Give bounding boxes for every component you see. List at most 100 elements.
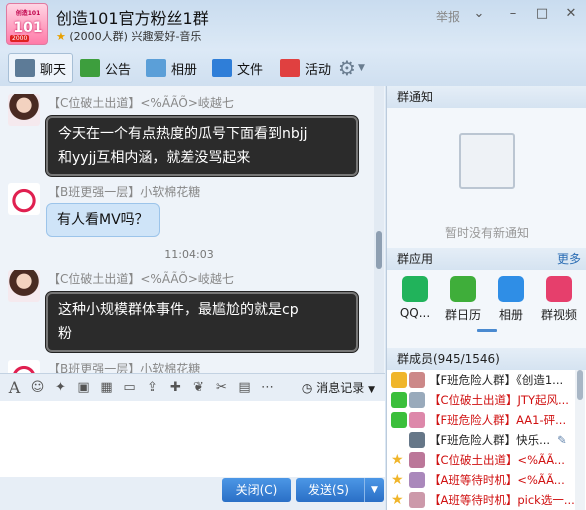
apps-header: 群应用 更多 bbox=[387, 248, 586, 270]
app-calendar[interactable]: 群日历 bbox=[439, 276, 487, 323]
input-toolbar: A ☺ ✦ ▣ ▦ ▭ ⇪ ✚ ❦ ✂ ▤ ⋯ ◷ 消息记录 ▼ bbox=[0, 373, 385, 401]
chevron-down-icon: ▼ bbox=[357, 63, 365, 73]
chevron-down-icon[interactable]: ⌄ bbox=[470, 6, 488, 22]
member-name: 【A班等待时机】pick选一... bbox=[429, 493, 575, 507]
app-album[interactable]: 相册 bbox=[487, 276, 535, 323]
logo-top-text: 创造101 bbox=[15, 10, 41, 17]
member-row[interactable]: ★ 【A班等待时机】pick选一... bbox=[389, 490, 575, 510]
member-name: 【C位破土出道】<%ÃÃ... bbox=[429, 453, 565, 467]
message-sender[interactable]: 【C位破土出道】<%ÃÃÕ>岐越七 bbox=[48, 270, 234, 287]
video-camera-icon bbox=[546, 276, 572, 302]
scissors-icon[interactable]: ✂ bbox=[213, 379, 230, 396]
app-label: 群视频 bbox=[540, 308, 577, 322]
tab-activity[interactable]: 活动 bbox=[280, 53, 331, 83]
message-history-label: 消息记录 bbox=[316, 381, 365, 395]
photo-icon bbox=[498, 276, 524, 302]
group-subtitle: ★ (2000人群) 兴趣爱好-音乐 bbox=[56, 28, 201, 44]
app-video[interactable]: 群视频 bbox=[535, 276, 583, 323]
members-panel: 群成员(945/1546) 【F班危险人群】《创造1... 【C位破土出道】JT… bbox=[387, 348, 586, 510]
app-qq-call[interactable]: QQ... bbox=[391, 276, 439, 320]
avatar bbox=[409, 452, 425, 468]
message-sender[interactable]: 【C位破土出道】<%ÃÃÕ>岐越七 bbox=[48, 94, 234, 111]
admin-icon bbox=[391, 392, 407, 408]
send-button[interactable]: 发送(S) ▼ bbox=[296, 478, 384, 502]
apps-page-indicator[interactable] bbox=[477, 329, 497, 332]
scrollbar-thumb[interactable] bbox=[577, 370, 583, 400]
tab-files[interactable]: 文件 bbox=[212, 53, 263, 83]
upload-icon[interactable]: ⇪ bbox=[144, 379, 161, 396]
close-icon[interactable]: ✕ bbox=[562, 6, 580, 22]
minimize-icon[interactable]: – bbox=[504, 6, 522, 22]
members-scrollbar[interactable] bbox=[575, 370, 585, 510]
tab-chat-label: 聊天 bbox=[40, 62, 67, 78]
message-history-button[interactable]: ◷ 消息记录 ▼ bbox=[302, 379, 375, 396]
message-text: 这种小规模群体事件，最尴尬的就是cp bbox=[58, 302, 299, 318]
avatar[interactable] bbox=[8, 360, 40, 373]
members-header: 群成员(945/1546) bbox=[387, 348, 586, 370]
right-panel: 群通知 暂时没有新通知 群应用 更多 QQ... 群日历 相册 群视频 群成员(9… bbox=[386, 86, 586, 510]
message-sender[interactable]: 【B班更强一层】小软棉花糖 bbox=[48, 360, 200, 373]
avatar bbox=[409, 372, 425, 388]
app-label: QQ... bbox=[399, 306, 431, 320]
chat-scrollbar[interactable] bbox=[374, 86, 384, 373]
message-bubble: 有人看MV吗？ bbox=[46, 203, 160, 237]
avatar[interactable] bbox=[8, 183, 40, 215]
app-label: 群日历 bbox=[444, 308, 481, 322]
maximize-icon[interactable]: □ bbox=[533, 6, 551, 22]
chat-icon bbox=[15, 59, 35, 77]
star-icon: ★ bbox=[56, 30, 66, 43]
member-name: 【A班等待时机】<%ÃÃ... bbox=[429, 473, 565, 487]
emoji-icon[interactable]: ☺ bbox=[29, 379, 46, 396]
logo-badge: 2000 bbox=[10, 35, 30, 42]
member-name: 【F班危险人群】AA1-砰... bbox=[429, 413, 567, 427]
screen-icon[interactable]: ▤ bbox=[236, 379, 253, 396]
chat-history: 【C位破土出道】<%ÃÃÕ>岐越七 今天在一个有点热度的瓜号下面看到nbjj 和… bbox=[0, 86, 385, 373]
member-row[interactable]: ★ 【A班等待时机】<%ÃÃ... bbox=[389, 470, 575, 490]
member-row[interactable]: 【F班危险人群】《创造1... bbox=[389, 370, 575, 390]
report-link[interactable]: 举报 bbox=[436, 8, 460, 25]
message-input[interactable] bbox=[0, 401, 385, 477]
message-bubble: 今天在一个有点热度的瓜号下面看到nbjj 和yyjj互相内涵，就差没骂起来 bbox=[46, 116, 358, 176]
title-bar: 创造101 101 2000 创造101官方粉丝1群 ★ (2000人群) 兴趣… bbox=[0, 0, 586, 50]
group-subtitle-text: (2000人群) 兴趣爱好-音乐 bbox=[69, 30, 202, 43]
message-text: 今天在一个有点热度的瓜号下面看到nbjj bbox=[58, 126, 308, 142]
avatar[interactable] bbox=[8, 94, 40, 126]
message-text: 有人看MV吗？ bbox=[57, 212, 149, 228]
member-name: 【C位破土出道】JTY起风... bbox=[429, 393, 569, 407]
chevron-down-icon[interactable]: ▼ bbox=[364, 478, 384, 502]
app-label: 相册 bbox=[498, 308, 523, 322]
member-row[interactable]: 【C位破土出道】JTY起风... bbox=[389, 390, 575, 410]
apps-more-link[interactable]: 更多 bbox=[557, 248, 581, 270]
group-name[interactable]: 创造101官方粉丝1群 bbox=[56, 5, 209, 29]
message-sender[interactable]: 【B班更强一层】小软棉花糖 bbox=[48, 183, 200, 200]
gift-icon[interactable]: ✚ bbox=[167, 379, 184, 396]
chevron-down-icon: ▼ bbox=[368, 385, 375, 395]
member-row[interactable]: 【F班危险人群】AA1-砰... bbox=[389, 410, 575, 430]
owner-icon bbox=[391, 372, 407, 388]
members-title: 群成员(945/1546) bbox=[397, 352, 500, 366]
member-row[interactable]: 【F班危险人群】快乐... ✎ bbox=[389, 430, 575, 450]
member-row[interactable]: ★ 【C位破土出道】<%ÃÃ... bbox=[389, 450, 575, 470]
tea-cup-icon[interactable]: ❦ bbox=[190, 379, 207, 396]
edit-icon[interactable]: ✎ bbox=[557, 430, 567, 450]
magic-wand-icon[interactable]: ✦ bbox=[52, 379, 69, 396]
star-icon: ★ bbox=[391, 452, 404, 468]
image-icon[interactable]: ▦ bbox=[98, 379, 115, 396]
tab-album[interactable]: 相册 bbox=[146, 53, 197, 83]
tab-chat[interactable]: 聊天 bbox=[8, 53, 74, 83]
scrollbar-thumb[interactable] bbox=[376, 231, 382, 269]
avatar[interactable] bbox=[8, 270, 40, 302]
close-button[interactable]: 关闭(C) bbox=[222, 478, 291, 502]
settings-icon[interactable]: ⚙ ▼ bbox=[338, 53, 365, 83]
more-icon[interactable]: ⋯ bbox=[259, 379, 276, 396]
notice-board-icon bbox=[459, 133, 515, 189]
video-icon[interactable]: ▭ bbox=[121, 379, 138, 396]
font-icon[interactable]: A bbox=[6, 379, 23, 396]
group-avatar[interactable]: 创造101 101 2000 bbox=[6, 3, 48, 45]
avatar bbox=[409, 412, 425, 428]
gif-icon[interactable]: ▣ bbox=[75, 379, 92, 396]
star-icon: ★ bbox=[391, 472, 404, 488]
avatar bbox=[409, 492, 425, 508]
photo-icon bbox=[146, 59, 166, 77]
tab-announcement[interactable]: 公告 bbox=[80, 53, 131, 83]
